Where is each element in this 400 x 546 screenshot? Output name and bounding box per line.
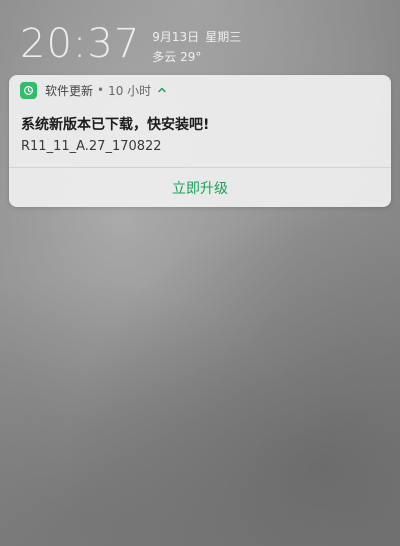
weather: 多云 29° (152, 50, 202, 64)
clock: 20:37 (20, 21, 141, 67)
notification-body: 系统新版本已下载，快安装吧! R11_11_A.27_170822 (9, 105, 391, 157)
app-name: 软件更新 (45, 83, 94, 98)
app-update-icon (20, 81, 37, 99)
lockscreen-header: 20:37 9月13日 星期三 多云 29° (20, 24, 247, 65)
upgrade-now-button[interactable]: 立即升级 (9, 168, 391, 207)
date: 9月13日 (152, 30, 200, 44)
notification-card[interactable]: 软件更新 • 10 小时 系统新版本已下载，快安装吧! R11_11_A.27_… (9, 75, 391, 207)
date-line: 9月13日 星期三 (152, 28, 247, 45)
weekday: 星期三 (205, 30, 242, 44)
chevron-up-icon[interactable] (157, 85, 167, 95)
notification-version: R11_11_A.27_170822 (21, 139, 162, 154)
notification-header: 软件更新 • 10 小时 (9, 75, 391, 105)
notification-title: 系统新版本已下载，快安装吧! (21, 117, 210, 133)
date-weather: 9月13日 星期三 多云 29° (152, 24, 247, 65)
separator: • (97, 83, 105, 97)
time-ago: 10 小时 (108, 83, 152, 98)
